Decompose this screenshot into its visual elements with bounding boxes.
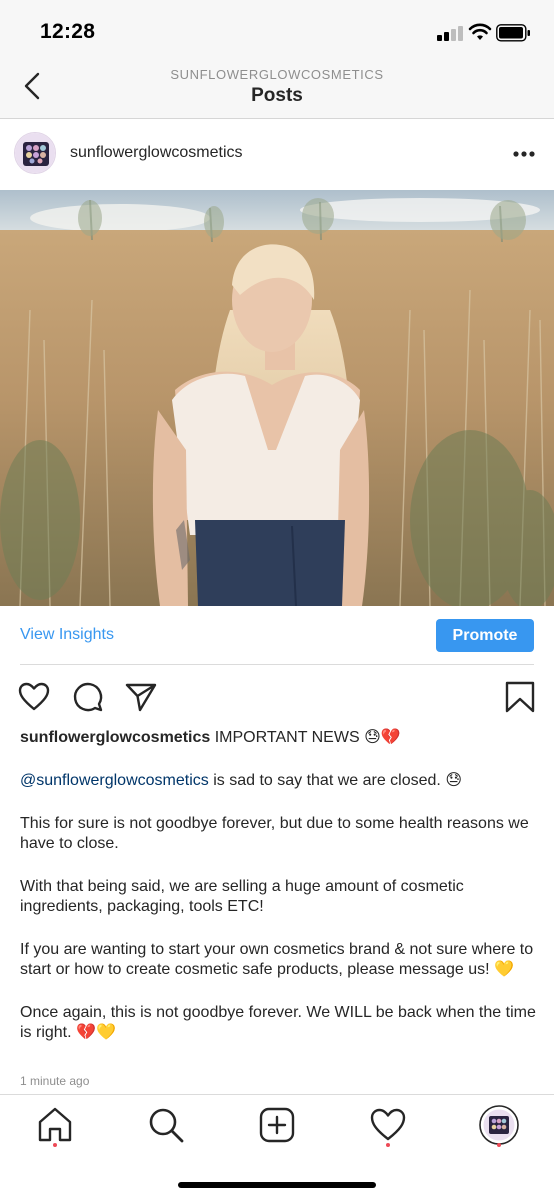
promote-button[interactable]: Promote <box>436 619 534 652</box>
post-timestamp: 1 minute ago <box>20 1074 90 1088</box>
tab-search[interactable] <box>146 1105 186 1145</box>
status-time: 12:28 <box>40 20 96 43</box>
cellular-signal-icon <box>437 25 463 41</box>
like-button[interactable] <box>17 680 51 714</box>
wifi-icon <box>468 23 492 40</box>
caption-paragraph-1: @sunflowerglowcosmetics is sad to say th… <box>20 771 536 791</box>
comment-icon <box>73 682 103 712</box>
heart-icon <box>18 682 50 711</box>
post-photo-image <box>0 190 554 606</box>
notification-dot <box>53 1143 57 1147</box>
page-title: Posts <box>251 85 303 106</box>
tab-activity[interactable] <box>368 1105 408 1145</box>
profile-avatar-icon <box>479 1105 519 1145</box>
post-photo[interactable] <box>0 190 554 606</box>
comment-button[interactable] <box>71 680 105 714</box>
notification-dot <box>497 1143 501 1147</box>
activity-heart-icon <box>370 1108 406 1141</box>
nav-account-label: SUNFLOWERGLOWCOSMETICS <box>170 67 384 82</box>
battery-icon <box>496 24 530 42</box>
tab-new-post[interactable] <box>257 1105 297 1145</box>
view-insights-link[interactable]: View Insights <box>20 626 114 644</box>
caption-line1-text: is sad to say that we are closed. 😓 <box>208 772 462 789</box>
caption-headline: IMPORTANT NEWS 😓💔 <box>214 729 401 746</box>
notification-dot <box>386 1143 390 1147</box>
tab-home[interactable] <box>35 1105 75 1145</box>
caption-username[interactable]: sunflowerglowcosmetics <box>20 729 210 746</box>
paper-plane-icon <box>125 683 157 712</box>
caption-mention[interactable]: @sunflowerglowcosmetics <box>20 772 209 789</box>
status-bar: 12:28 <box>0 0 554 62</box>
nav-header: SUNFLOWERGLOWCOSMETICS Posts <box>0 62 554 119</box>
home-indicator <box>178 1182 376 1188</box>
post-username[interactable]: sunflowerglowcosmetics <box>70 144 243 162</box>
avatar-image <box>15 133 55 173</box>
caption-paragraph-3: With that being said, we are selling a h… <box>20 878 464 915</box>
bookmark-icon <box>505 681 535 713</box>
avatar[interactable] <box>14 132 56 174</box>
post-caption: sunflowerglowcosmetics IMPORTANT NEWS 😓💔… <box>20 728 536 1066</box>
tab-profile[interactable] <box>479 1105 519 1145</box>
search-icon <box>149 1108 184 1143</box>
more-horizontal-icon <box>513 151 535 157</box>
save-button[interactable] <box>503 680 537 714</box>
more-options-button[interactable] <box>512 150 536 158</box>
add-post-icon <box>259 1107 295 1143</box>
caption-headline-line: sunflowerglowcosmetics IMPORTANT NEWS 😓💔 <box>20 728 536 748</box>
home-icon <box>38 1107 72 1142</box>
post-header: sunflowerglowcosmetics <box>0 120 554 190</box>
share-button[interactable] <box>124 680 158 714</box>
divider <box>20 664 534 665</box>
caption-paragraph-5: Once again, this is not goodbye forever.… <box>20 1004 536 1041</box>
caption-paragraph-4: If you are wanting to start your own cos… <box>20 941 534 978</box>
caption-paragraph-2: This for sure is not goodbye forever, bu… <box>20 815 529 852</box>
